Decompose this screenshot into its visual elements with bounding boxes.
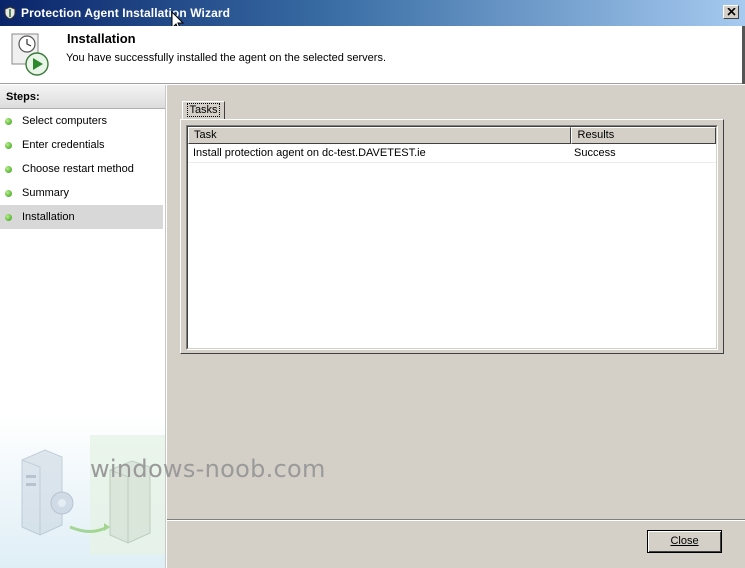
footer-divider — [167, 519, 745, 521]
steps-sidebar: Steps: Select computers Enter credential… — [0, 85, 166, 568]
list-header: Task Results — [188, 127, 716, 144]
close-button[interactable]: Close — [647, 530, 722, 553]
step-label: Enter credentials — [22, 139, 105, 151]
step-select-computers[interactable]: Select computers — [0, 109, 163, 133]
window-title: Protection Agent Installation Wizard — [21, 6, 231, 20]
step-label: Installation — [22, 211, 75, 223]
title-bar[interactable]: Protection Agent Installation Wizard — [0, 0, 745, 26]
tasks-tab-panel: Task Results Install protection agent on… — [180, 119, 724, 354]
task-cell: Install protection agent on dc-test.DAVE… — [193, 147, 426, 159]
main-panel: Tasks Task Results Install protection ag… — [167, 85, 745, 568]
step-summary[interactable]: Summary — [0, 181, 163, 205]
step-enter-credentials[interactable]: Enter credentials — [0, 133, 163, 157]
steps-title: Steps: — [0, 85, 165, 109]
step-installation[interactable]: Installation — [0, 205, 163, 229]
watermark-text: windows-noob.com — [90, 455, 326, 483]
close-icon — [726, 8, 736, 16]
tasks-list-view[interactable]: Task Results Install protection agent on… — [186, 125, 718, 350]
servers-illustration-icon — [0, 415, 165, 568]
tab-tasks[interactable]: Tasks — [182, 101, 225, 120]
table-row[interactable]: Install protection agent on dc-test.DAVE… — [188, 144, 716, 163]
page-title: Installation — [67, 31, 136, 46]
step-dot-icon — [5, 189, 12, 197]
wizard-header: Installation You have successfully insta… — [0, 26, 745, 84]
step-dot-icon — [5, 117, 12, 125]
step-dot-icon — [5, 213, 12, 221]
step-label: Select computers — [22, 115, 107, 127]
column-header-task[interactable]: Task — [188, 127, 571, 144]
page-subtitle: You have successfully installed the agen… — [66, 52, 387, 64]
step-dot-icon — [5, 141, 12, 149]
step-choose-restart-method[interactable]: Choose restart method — [0, 157, 163, 181]
column-header-results[interactable]: Results — [570, 127, 716, 144]
window-close-button[interactable] — [723, 5, 739, 19]
step-label: Choose restart method — [22, 163, 134, 175]
shield-icon — [4, 6, 16, 20]
result-cell: Success — [574, 147, 616, 159]
step-dot-icon — [5, 165, 12, 173]
close-button-label: Close — [670, 535, 699, 547]
step-label: Summary — [22, 187, 70, 199]
clock-play-icon — [11, 33, 49, 76]
tab-label: Tasks — [187, 103, 220, 117]
